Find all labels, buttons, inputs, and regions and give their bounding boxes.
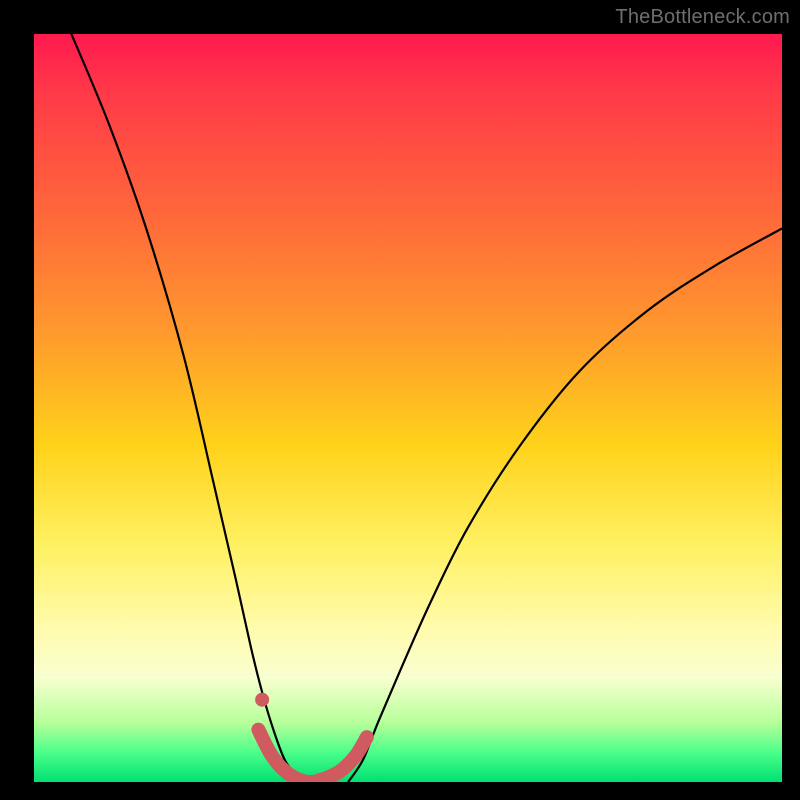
left-curve-path <box>71 34 303 782</box>
watermark-text: TheBottleneck.com <box>615 6 790 29</box>
chart-frame: TheBottleneck.com <box>0 0 800 800</box>
curve-layer <box>34 34 782 782</box>
plot-area <box>34 34 782 782</box>
floor-dot-marker <box>255 693 269 707</box>
floor-highlight-path <box>258 730 366 782</box>
right-curve-path <box>348 228 782 782</box>
